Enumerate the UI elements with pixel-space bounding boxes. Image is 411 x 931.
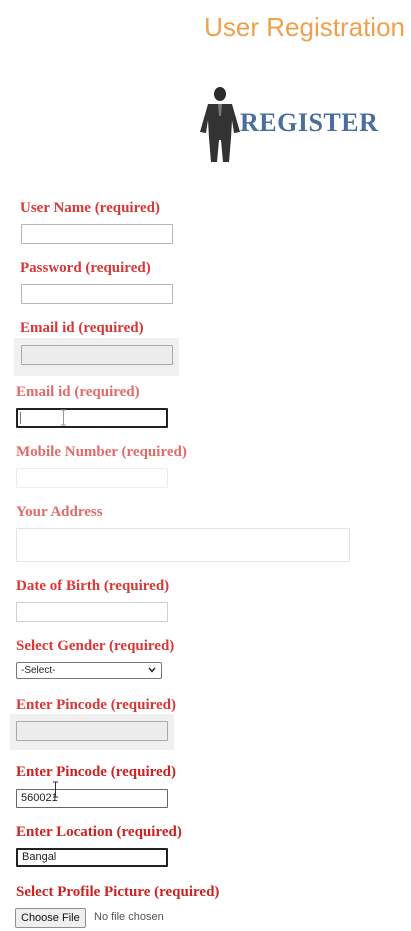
- ibeam-cursor-icon: [61, 409, 66, 426]
- email-disabled-input: [21, 345, 173, 365]
- dob-input[interactable]: [16, 602, 168, 622]
- location-label: Enter Location (required): [16, 824, 182, 840]
- text-cursor: [20, 412, 21, 424]
- ibeam-cursor-icon: [53, 781, 58, 798]
- profile-picture-label: Select Profile Picture (required): [16, 884, 220, 900]
- username-label: User Name (required): [20, 200, 160, 216]
- page-title: User Registration: [204, 12, 405, 42]
- pincode-input[interactable]: 560021: [16, 789, 168, 808]
- mobile-label: Mobile Number (required): [16, 444, 187, 460]
- chevron-down-icon: [148, 667, 156, 673]
- email-label: Email id (required): [16, 384, 140, 400]
- email-input[interactable]: [16, 408, 168, 428]
- register-logo-text: REGISTER: [240, 108, 379, 137]
- password-label: Password (required): [20, 260, 151, 276]
- username-input[interactable]: [21, 224, 173, 244]
- choose-file-button[interactable]: Choose File: [15, 908, 86, 928]
- businessman-icon: [200, 87, 240, 162]
- pincode-disabled-label: Enter Pincode (required): [16, 697, 176, 713]
- address-input[interactable]: [16, 528, 350, 562]
- password-input[interactable]: [21, 284, 173, 304]
- dob-label: Date of Birth (required): [16, 578, 170, 594]
- pincode-label: Enter Pincode (required): [16, 764, 176, 780]
- pincode-disabled-input: [16, 721, 168, 741]
- location-input[interactable]: Bangal: [16, 848, 168, 867]
- gender-selected-value: -Select-: [21, 665, 56, 676]
- mobile-input[interactable]: [16, 468, 168, 488]
- gender-label: Select Gender (required): [16, 638, 175, 654]
- register-logo: REGISTER: [196, 86, 388, 166]
- gender-select[interactable]: -Select-: [16, 662, 162, 679]
- email-disabled-label: Email id (required): [20, 320, 144, 336]
- address-label: Your Address: [16, 504, 103, 520]
- file-status-text: No file chosen: [94, 911, 164, 923]
